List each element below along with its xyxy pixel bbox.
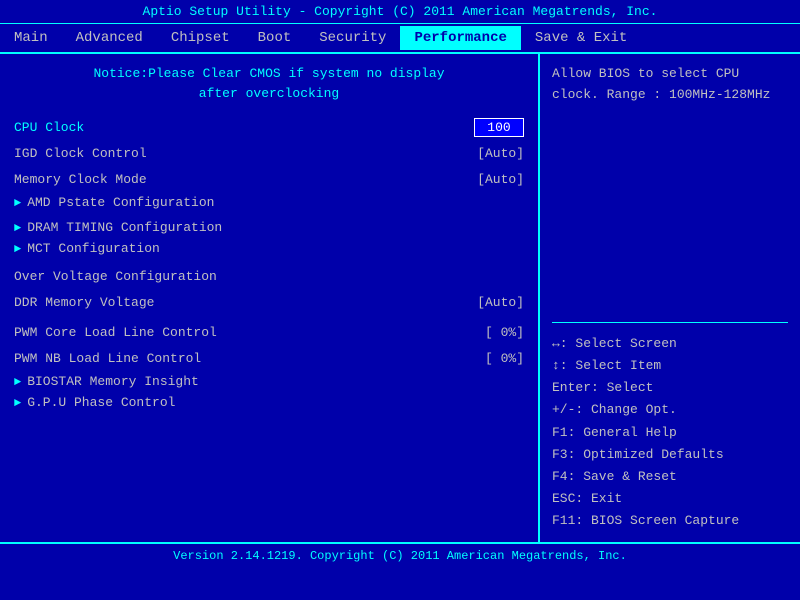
key-help-item: F4: Save & Reset bbox=[552, 466, 788, 488]
over-voltage-label: Over Voltage Configuration bbox=[14, 269, 524, 284]
dram-timing-label: DRAM TIMING Configuration bbox=[27, 220, 222, 235]
amd-pstate-label: AMD Pstate Configuration bbox=[27, 195, 214, 210]
gpu-phase-submenu[interactable]: ► G.P.U Phase Control bbox=[14, 395, 524, 410]
status-text: Version 2.14.1219. Copyright (C) 2011 Am… bbox=[173, 549, 627, 563]
title-text: Aptio Setup Utility - Copyright (C) 2011… bbox=[143, 4, 658, 19]
key-help-item: ↔: Select Screen bbox=[552, 333, 788, 355]
menu-item-save-exit[interactable]: Save & Exit bbox=[521, 26, 641, 50]
key-help-item: ESC: Exit bbox=[552, 488, 788, 510]
gpu-phase-arrow: ► bbox=[14, 396, 21, 410]
key-help-item: F11: BIOS Screen Capture bbox=[552, 510, 788, 532]
menu-item-chipset[interactable]: Chipset bbox=[157, 26, 244, 50]
divider bbox=[552, 322, 788, 323]
pwm-core-label: PWM Core Load Line Control bbox=[14, 325, 454, 340]
cpu-clock-row: CPU Clock 100 bbox=[14, 117, 524, 137]
biostar-memory-label: BIOSTAR Memory Insight bbox=[27, 374, 199, 389]
menu-bar: MainAdvancedChipsetBootSecurityPerforman… bbox=[0, 24, 800, 54]
mct-config-arrow: ► bbox=[14, 242, 21, 256]
key-help-item: Enter: Select bbox=[552, 377, 788, 399]
amd-pstate-arrow: ► bbox=[14, 196, 21, 210]
pwm-nb-label: PWM NB Load Line Control bbox=[14, 351, 454, 366]
biostar-memory-arrow: ► bbox=[14, 375, 21, 389]
mct-config-label: MCT Configuration bbox=[27, 241, 160, 256]
memory-clock-value[interactable]: [Auto] bbox=[454, 172, 524, 187]
pwm-nb-row: PWM NB Load Line Control [ 0%] bbox=[14, 348, 524, 368]
left-panel: Notice:Please Clear CMOS if system no di… bbox=[0, 54, 540, 542]
dram-timing-arrow: ► bbox=[14, 221, 21, 235]
pwm-core-value[interactable]: [ 0%] bbox=[454, 325, 524, 340]
menu-item-security[interactable]: Security bbox=[305, 26, 400, 50]
igd-clock-value[interactable]: [Auto] bbox=[454, 146, 524, 161]
dram-timing-submenu[interactable]: ► DRAM TIMING Configuration bbox=[14, 220, 524, 235]
amd-pstate-submenu[interactable]: ► AMD Pstate Configuration bbox=[14, 195, 524, 210]
notice-text: Notice:Please Clear CMOS if system no di… bbox=[14, 64, 524, 103]
pwm-nb-value[interactable]: [ 0%] bbox=[454, 351, 524, 366]
pwm-core-row: PWM Core Load Line Control [ 0%] bbox=[14, 322, 524, 342]
gpu-phase-label: G.P.U Phase Control bbox=[27, 395, 175, 410]
cpu-clock-value[interactable]: 100 bbox=[474, 118, 524, 137]
notice-line1: Notice:Please Clear CMOS if system no di… bbox=[14, 64, 524, 84]
mct-config-submenu[interactable]: ► MCT Configuration bbox=[14, 241, 524, 256]
right-panel: Allow BIOS to select CPU clock. Range : … bbox=[540, 54, 800, 542]
over-voltage-row: Over Voltage Configuration bbox=[14, 266, 524, 286]
igd-clock-row: IGD Clock Control [Auto] bbox=[14, 143, 524, 163]
menu-item-performance[interactable]: Performance bbox=[400, 26, 520, 50]
help-text: Allow BIOS to select CPU clock. Range : … bbox=[552, 64, 788, 312]
key-help-item: +/-: Change Opt. bbox=[552, 399, 788, 421]
key-help-item: ↕: Select Item bbox=[552, 355, 788, 377]
menu-item-boot[interactable]: Boot bbox=[244, 26, 306, 50]
ddr-voltage-label: DDR Memory Voltage bbox=[14, 295, 454, 310]
menu-item-main[interactable]: Main bbox=[0, 26, 62, 50]
cpu-clock-label: CPU Clock bbox=[14, 120, 474, 135]
igd-clock-label: IGD Clock Control bbox=[14, 146, 454, 161]
memory-clock-label: Memory Clock Mode bbox=[14, 172, 454, 187]
memory-clock-row: Memory Clock Mode [Auto] bbox=[14, 169, 524, 189]
biostar-memory-submenu[interactable]: ► BIOSTAR Memory Insight bbox=[14, 374, 524, 389]
ddr-voltage-row: DDR Memory Voltage [Auto] bbox=[14, 292, 524, 312]
key-help-item: F1: General Help bbox=[552, 422, 788, 444]
ddr-voltage-value[interactable]: [Auto] bbox=[454, 295, 524, 310]
main-content: Notice:Please Clear CMOS if system no di… bbox=[0, 54, 800, 544]
key-help: ↔: Select Screen↕: Select ItemEnter: Sel… bbox=[552, 333, 788, 532]
status-bar: Version 2.14.1219. Copyright (C) 2011 Am… bbox=[0, 544, 800, 568]
title-bar: Aptio Setup Utility - Copyright (C) 2011… bbox=[0, 0, 800, 24]
key-help-item: F3: Optimized Defaults bbox=[552, 444, 788, 466]
menu-item-advanced[interactable]: Advanced bbox=[62, 26, 157, 50]
notice-line2: after overclocking bbox=[14, 84, 524, 104]
